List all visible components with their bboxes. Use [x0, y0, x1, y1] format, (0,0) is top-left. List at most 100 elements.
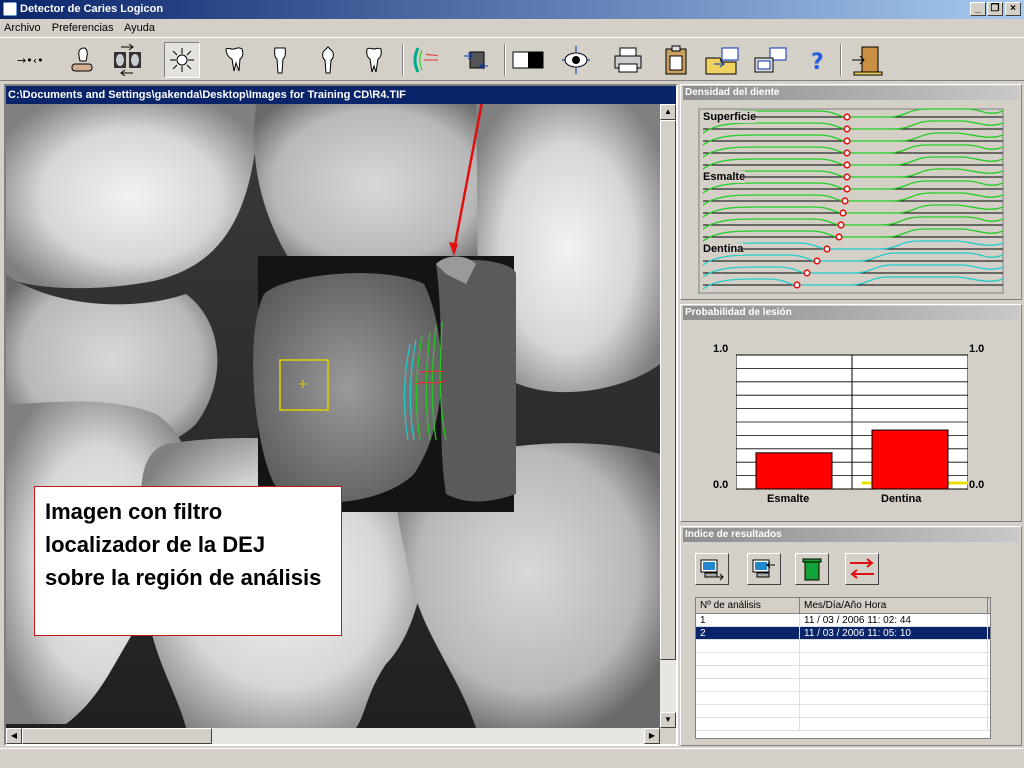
- hand-tooth-icon[interactable]: [64, 42, 100, 78]
- density-marker: [843, 125, 851, 133]
- table-row[interactable]: 2 11 / 03 / 2006 11: 05: 10: [696, 627, 990, 640]
- ymax-left-label: 1.0: [713, 343, 729, 355]
- density-marker: [843, 161, 851, 169]
- empty-row: [696, 705, 990, 718]
- compare-images-icon[interactable]: [110, 42, 146, 78]
- density-profile-line: [702, 168, 1004, 182]
- label-esmalte: Esmalte: [703, 171, 746, 183]
- svg-text:→•‹•: →•‹•: [17, 54, 44, 67]
- menu-bar: Archivo Preferencias Ayuda: [0, 19, 1024, 37]
- dej-filter-icon[interactable]: [408, 42, 444, 78]
- exit-icon[interactable]: [850, 42, 886, 78]
- density-marker: [803, 269, 811, 277]
- density-panel: Densidad del diente Superficie Esmalte D…: [680, 84, 1022, 300]
- scroll-left-button[interactable]: ◀: [6, 728, 22, 744]
- bar-dentina: [871, 429, 949, 490]
- density-marker: [823, 245, 831, 253]
- density-marker: [843, 149, 851, 157]
- image-window: C:\Documents and Settings\gakenda\Deskto…: [4, 84, 678, 746]
- empty-row: [696, 718, 990, 731]
- density-marker: [837, 221, 845, 229]
- density-marker: [843, 173, 851, 181]
- horizontal-scroll-thumb[interactable]: [22, 728, 212, 744]
- density-profile-line: [702, 144, 1004, 158]
- density-profile-line: [702, 180, 1004, 194]
- bar-label-dentina: Dentina: [881, 493, 922, 505]
- col-analysis-number[interactable]: Nº de análisis: [696, 598, 800, 613]
- density-marker: [839, 209, 847, 217]
- density-profile-line: [702, 228, 1004, 242]
- vertical-scroll-thumb[interactable]: [660, 120, 676, 660]
- horizontal-scrollbar[interactable]: ◀ ▶: [6, 728, 660, 744]
- molar-icon[interactable]: [216, 42, 252, 78]
- density-marker: [835, 233, 843, 241]
- density-marker: [793, 281, 801, 289]
- window-title: Detector de Caries Logicon: [20, 3, 164, 15]
- contrast-icon[interactable]: [510, 42, 546, 78]
- light-filter-icon[interactable]: [164, 42, 200, 78]
- compare-results-button[interactable]: [845, 553, 879, 585]
- density-marker: [841, 197, 849, 205]
- annotation-callout: Imagen con filtro localizador de la DEJ …: [34, 486, 342, 636]
- image-path-title: C:\Documents and Settings\gakenda\Deskto…: [6, 86, 676, 104]
- flip-icon[interactable]: [458, 42, 494, 78]
- empty-row: [696, 666, 990, 679]
- menu-preferencias[interactable]: Preferencias: [52, 22, 114, 34]
- printer-icon[interactable]: [610, 42, 646, 78]
- empty-row: [696, 679, 990, 692]
- table-row[interactable]: 1 11 / 03 / 2006 11: 02: 44: [696, 614, 990, 627]
- export-image-icon[interactable]: [752, 42, 788, 78]
- cell-date-time: 11 / 03 / 2006 11: 05: 10: [800, 627, 988, 639]
- label-dentina: Dentina: [703, 243, 744, 255]
- density-profile-line: [702, 204, 1004, 218]
- menu-archivo[interactable]: Archivo: [4, 22, 41, 34]
- density-graph: [698, 108, 1004, 294]
- cell-date-time: 11 / 03 / 2006 11: 02: 44: [800, 614, 988, 626]
- empty-row: [696, 692, 990, 705]
- scroll-down-button[interactable]: ▼: [660, 712, 676, 728]
- scroll-right-button[interactable]: ▶: [644, 728, 660, 744]
- density-panel-title: Densidad del diente: [683, 86, 1019, 100]
- canine-icon[interactable]: [310, 42, 346, 78]
- results-panel: Indice de resultados Nº de análisis Mes/…: [680, 526, 1022, 746]
- target-eye-icon[interactable]: [558, 42, 594, 78]
- status-bar: [0, 748, 1024, 768]
- density-profile-line: [702, 276, 1004, 290]
- save-result-button[interactable]: [747, 553, 781, 585]
- load-result-button[interactable]: [695, 553, 729, 585]
- restore-button[interactable]: ❐: [987, 2, 1003, 16]
- ymax-right-label: 1.0: [969, 343, 985, 355]
- app-window: Detector de Caries Logicon _ ❐ × Archivo…: [0, 0, 1024, 768]
- clipboard-icon[interactable]: [658, 42, 694, 78]
- probability-chart: [736, 354, 968, 490]
- results-table: Nº de análisis Mes/Día/Año Hora 1 11 / 03…: [695, 597, 991, 739]
- results-panel-title: Indice de resultados: [683, 528, 1019, 542]
- svg-text:?: ?: [811, 50, 824, 75]
- premolar-icon[interactable]: [356, 42, 392, 78]
- bar-esmalte: [755, 452, 833, 490]
- vertical-scrollbar[interactable]: ▲ ▼: [660, 104, 676, 728]
- incisor-icon[interactable]: [262, 42, 298, 78]
- probability-panel-title: Probabilidad de lesión: [683, 306, 1019, 320]
- empty-row: [696, 653, 990, 666]
- density-marker: [843, 185, 851, 193]
- arrows-left-icon[interactable]: →•‹•: [14, 42, 50, 78]
- menu-ayuda[interactable]: Ayuda: [124, 22, 155, 34]
- app-icon: [3, 2, 17, 16]
- density-profile-line: [702, 132, 1004, 146]
- scroll-up-button[interactable]: ▲: [660, 104, 676, 120]
- toolbar: →•‹• ?: [0, 37, 1024, 81]
- delete-result-button[interactable]: [795, 553, 829, 585]
- close-button[interactable]: ×: [1005, 2, 1021, 16]
- cell-analysis-number: 2: [696, 627, 800, 639]
- density-profile-line: [702, 192, 1004, 206]
- label-superficie: Superficie: [703, 111, 757, 123]
- minimize-button[interactable]: _: [970, 2, 986, 16]
- export-folder-icon[interactable]: [704, 42, 740, 78]
- density-marker: [843, 113, 851, 121]
- help-icon[interactable]: ?: [800, 42, 836, 78]
- probability-panel: Probabilidad de lesión 1.0 1.0 0.0 0.0 E…: [680, 304, 1022, 522]
- ymin-left-label: 0.0: [713, 479, 729, 491]
- col-date-time[interactable]: Mes/Día/Año Hora: [800, 598, 988, 613]
- density-profile-line: [702, 264, 1004, 278]
